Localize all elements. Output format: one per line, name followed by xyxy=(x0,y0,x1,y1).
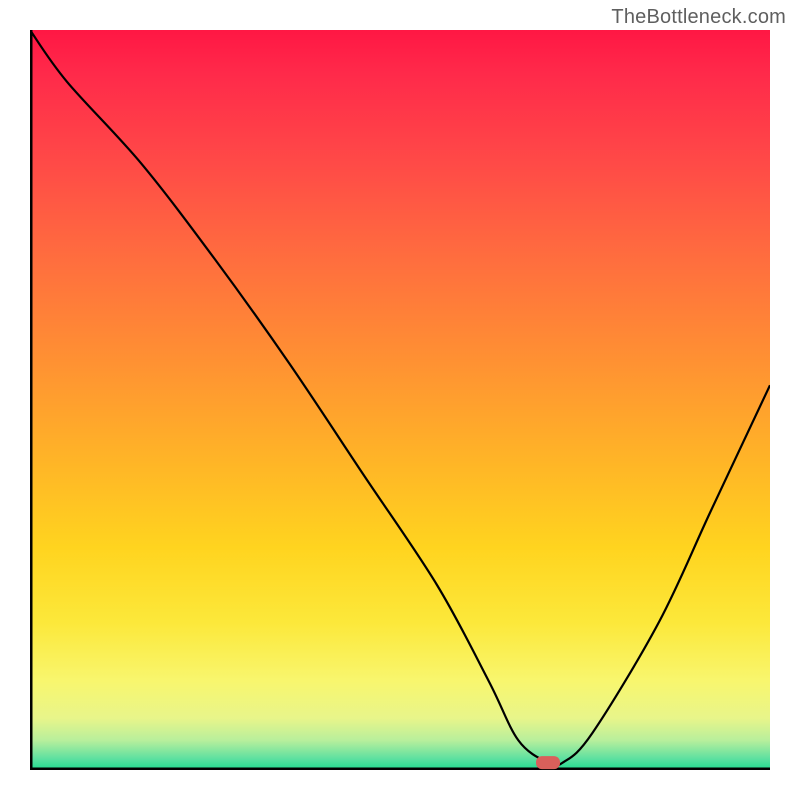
watermark-text: TheBottleneck.com xyxy=(611,6,786,29)
optimum-marker xyxy=(536,756,560,769)
gradient-background xyxy=(30,30,770,770)
chart-container xyxy=(30,30,770,770)
bottleneck-chart xyxy=(30,30,770,770)
